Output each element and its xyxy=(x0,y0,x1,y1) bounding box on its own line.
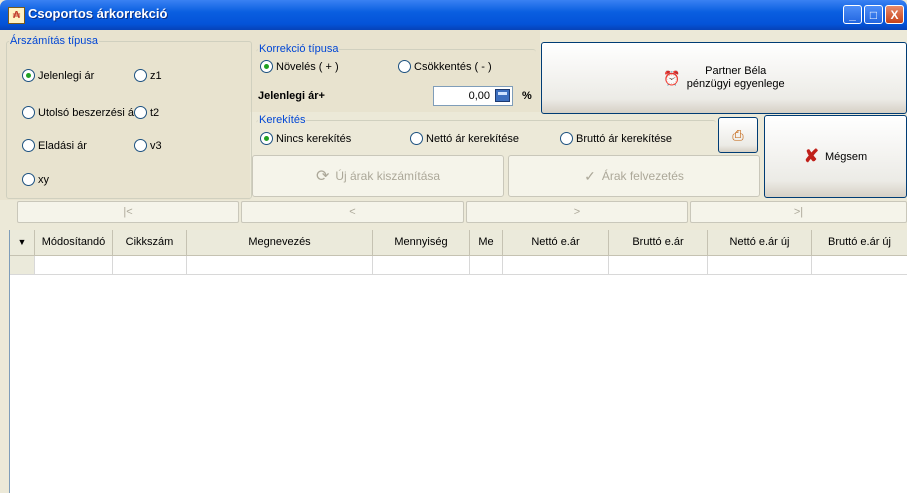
window-title: Csoportos árkorrekció xyxy=(28,6,168,21)
column-header[interactable]: Bruttó e.ár új xyxy=(812,230,907,256)
column-header[interactable]: Nettó e.ár xyxy=(503,230,609,256)
commit-prices-button[interactable]: ✓ Árak felvezetés xyxy=(508,155,760,197)
title-bar[interactable]: ₳ Csoportos árkorrekció _ □ X xyxy=(0,0,907,30)
row-indicator[interactable] xyxy=(10,256,35,275)
radio-csokkentes[interactable]: Csökkentés ( - ) xyxy=(398,60,492,73)
partner-balance-label: pénzügyi egyenlege xyxy=(686,78,785,90)
grid-cell[interactable] xyxy=(503,256,609,275)
radio-indicator[interactable] xyxy=(560,132,573,145)
radio-netto-kerekites[interactable]: Nettó ár kerekítése xyxy=(410,132,519,145)
checkmark-icon: ✓ xyxy=(584,167,596,184)
radio-label: z1 xyxy=(150,69,162,82)
radio-indicator[interactable] xyxy=(22,173,35,186)
column-header[interactable]: Módosítandó xyxy=(35,230,113,256)
radio-z1[interactable]: z1 xyxy=(134,69,162,82)
calculate-new-prices-button[interactable]: ⟳ Új árak kiszámítása xyxy=(252,155,504,197)
percent-unit: % xyxy=(522,90,532,102)
radio-label: Növelés ( + ) xyxy=(276,60,339,73)
commit-label: Árak felvezetés xyxy=(601,169,684,183)
column-header[interactable]: Nettó e.ár új xyxy=(708,230,812,256)
column-header[interactable]: Mennyiség xyxy=(373,230,470,256)
radio-indicator[interactable] xyxy=(134,69,147,82)
radio-label: Csökkentés ( - ) xyxy=(414,60,492,73)
radio-label: Eladási ár xyxy=(38,139,87,152)
radio-selected-indicator[interactable] xyxy=(260,60,273,73)
radio-indicator[interactable] xyxy=(134,139,147,152)
radio-label: t2 xyxy=(150,106,160,119)
cancel-label: Mégsem xyxy=(824,150,868,163)
column-header[interactable]: Bruttó e.ár xyxy=(609,230,708,256)
sort-down-icon: ▼ xyxy=(17,237,27,247)
radio-indicator[interactable] xyxy=(22,106,35,119)
korrekcio-value-input[interactable]: 0,00 xyxy=(433,86,513,106)
radio-label: Bruttó ár kerekítése xyxy=(576,132,672,145)
radio-label: v3 xyxy=(150,139,162,152)
radio-label: Nettó ár kerekítése xyxy=(426,132,519,145)
calculator-icon[interactable] xyxy=(495,89,510,102)
close-button[interactable]: X xyxy=(885,5,904,24)
grid-cell[interactable] xyxy=(708,256,812,275)
nav-last-button[interactable]: >| xyxy=(690,201,907,223)
radio-indicator[interactable] xyxy=(410,132,423,145)
kerekites-legend: Kerekítés xyxy=(259,114,306,126)
radio-nincs-kerekites[interactable]: Nincs kerekítés xyxy=(260,132,351,145)
nav-prev-button[interactable]: < xyxy=(241,201,464,223)
grid-cell[interactable] xyxy=(187,256,373,275)
radio-selected-indicator[interactable] xyxy=(22,69,35,82)
column-header[interactable]: Me xyxy=(470,230,503,256)
radio-eladasi-ar[interactable]: Eladási ár xyxy=(22,139,87,152)
data-grid[interactable]: ▼ Módosítandó Cikkszám Megnevezés Mennyi… xyxy=(9,230,907,493)
cancel-button[interactable]: ✘ Mégsem xyxy=(764,115,907,198)
calc-label: Új árak kiszámítása xyxy=(335,169,441,183)
close-x-icon: ✘ xyxy=(803,146,819,166)
print-preview-button[interactable]: ⎙ xyxy=(718,117,758,153)
printer-icon: ⎙ xyxy=(732,126,744,143)
radio-label: Jelenlegi ár xyxy=(38,69,95,82)
partner-balance-button[interactable]: ⏰ Partner Béla pénzügyi egyenlege xyxy=(541,42,907,114)
arszamitas-legend: Árszámítás típusa xyxy=(10,35,99,47)
radio-indicator[interactable] xyxy=(22,139,35,152)
radio-indicator[interactable] xyxy=(134,106,147,119)
radio-utolso-beszerzesi-ar[interactable]: Utolsó beszerzési ár xyxy=(22,106,150,119)
radio-v3[interactable]: v3 xyxy=(134,139,162,152)
partner-name: Partner Béla xyxy=(705,65,767,77)
radio-noveles[interactable]: Növelés ( + ) xyxy=(260,60,339,73)
nav-next-button[interactable]: > xyxy=(466,201,688,223)
radio-brutto-kerekites[interactable]: Bruttó ár kerekítése xyxy=(560,132,672,145)
korrekcio-legend: Korrekció típusa xyxy=(259,43,339,55)
alarm-clock-icon: ⏰ xyxy=(663,69,681,86)
radio-selected-indicator[interactable] xyxy=(260,132,273,145)
radio-indicator[interactable] xyxy=(398,60,411,73)
refresh-icon: ⟳ xyxy=(315,168,330,185)
maximize-button[interactable]: □ xyxy=(864,5,883,24)
grid-cell[interactable] xyxy=(812,256,907,275)
app-icon: ₳ xyxy=(8,7,25,24)
radio-t2[interactable]: t2 xyxy=(134,106,159,119)
radio-xy[interactable]: xy xyxy=(22,173,49,186)
radio-jelenlegi-ar[interactable]: Jelenlegi ár xyxy=(22,69,94,82)
column-header[interactable]: Cikkszám xyxy=(113,230,187,256)
grid-cell[interactable] xyxy=(609,256,708,275)
nav-first-button[interactable]: |< xyxy=(17,201,239,223)
grid-cell[interactable] xyxy=(470,256,503,275)
column-header[interactable]: Megnevezés xyxy=(187,230,373,256)
korrekcio-value: 0,00 xyxy=(468,90,490,102)
minimize-button[interactable]: _ xyxy=(843,5,862,24)
row-indicator-header: ▼ xyxy=(10,230,35,256)
grid-cell[interactable] xyxy=(373,256,470,275)
value-label: Jelenlegi ár+ xyxy=(258,90,325,102)
grid-cell[interactable] xyxy=(113,256,187,275)
grid-cell[interactable] xyxy=(35,256,113,275)
radio-label: xy xyxy=(38,173,49,186)
radio-label: Nincs kerekítés xyxy=(276,132,352,145)
